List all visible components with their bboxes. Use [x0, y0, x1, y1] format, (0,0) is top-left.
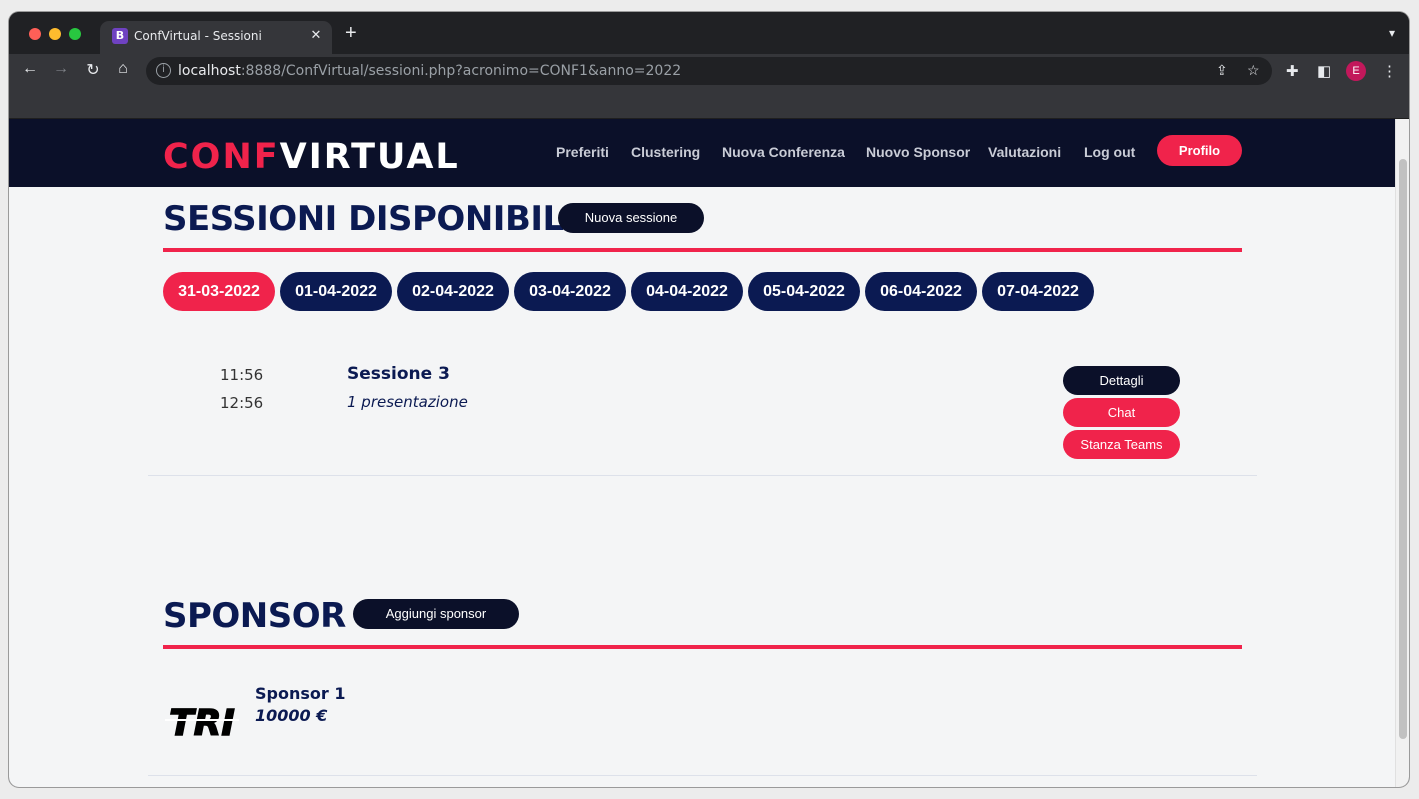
forward-icon[interactable]: →: [51, 60, 71, 78]
session-title: Sessione 3: [347, 364, 450, 384]
new-tab-icon[interactable]: +: [345, 22, 357, 45]
sponsor-divider: [163, 645, 1242, 649]
nav-link-nuova-conferenza[interactable]: Nuova Conferenza: [722, 144, 845, 160]
side-panel-icon[interactable]: ◧: [1317, 62, 1331, 80]
maximize-window-button[interactable]: [69, 28, 81, 40]
favicon-icon: B: [112, 28, 128, 44]
share-icon[interactable]: ⇪: [1216, 62, 1228, 79]
sponsor-logo: TRI: [165, 702, 239, 743]
sponsor-title: SPONSOR: [163, 596, 346, 636]
close-tab-icon[interactable]: ✕: [308, 27, 324, 43]
browser-window: B ConfVirtual - Sessioni ✕ + ▾ ← → ↻ ⌂ i…: [9, 12, 1409, 787]
page-scrollbar[interactable]: [1395, 119, 1409, 787]
svg-text:TRI: TRI: [169, 703, 235, 743]
add-sponsor-button[interactable]: Aggiungi sponsor: [353, 599, 519, 629]
close-window-button[interactable]: [29, 28, 41, 40]
tab-title: ConfVirtual - Sessioni: [134, 29, 262, 43]
profile-avatar[interactable]: E: [1346, 61, 1366, 81]
sessions-title: SESSIONI DISPONIBILI: [163, 199, 576, 239]
minimize-window-button[interactable]: [49, 28, 61, 40]
session-subtitle: 1 presentazione: [347, 393, 468, 411]
browser-toolbar: ← → ↻ ⌂ i localhost:8888/ConfVirtual/ses…: [9, 54, 1409, 88]
date-tab-8[interactable]: 07-04-2022: [982, 272, 1094, 311]
sponsor-name: Sponsor 1: [255, 684, 346, 703]
extensions-puzzle-icon[interactable]: ✚: [1286, 62, 1299, 80]
new-session-button[interactable]: Nuova sessione: [558, 203, 704, 233]
date-tab-2[interactable]: 01-04-2022: [280, 272, 392, 311]
nav-link-preferiti[interactable]: Preferiti: [556, 144, 609, 160]
nav-link-clustering[interactable]: Clustering: [631, 144, 700, 160]
home-icon[interactable]: ⌂: [113, 60, 133, 78]
site-info-icon[interactable]: i: [156, 63, 171, 78]
web-page: CONFVIRTUAL Preferiti Clustering Nuova C…: [9, 119, 1395, 787]
date-tab-6[interactable]: 05-04-2022: [748, 272, 860, 311]
date-tab-3[interactable]: 02-04-2022: [397, 272, 509, 311]
session-end-time: 12:56: [220, 394, 264, 412]
teams-room-button[interactable]: Stanza Teams: [1063, 430, 1180, 459]
back-icon[interactable]: ←: [20, 60, 40, 78]
bookmark-star-icon[interactable]: ☆: [1247, 62, 1260, 79]
scrollbar-thumb[interactable]: [1399, 159, 1407, 739]
sponsor-amount: 10000 €: [255, 706, 328, 725]
nav-link-logout[interactable]: Log out: [1084, 144, 1135, 160]
date-tab-4[interactable]: 03-04-2022: [514, 272, 626, 311]
browser-menu-icon[interactable]: ⋮: [1382, 62, 1397, 80]
site-logo[interactable]: CONFVIRTUAL: [163, 137, 460, 177]
sessions-divider: [163, 248, 1242, 252]
tab-strip: B ConfVirtual - Sessioni ✕ + ▾: [9, 12, 1409, 54]
chat-button[interactable]: Chat: [1063, 398, 1180, 427]
site-navbar: CONFVIRTUAL Preferiti Clustering Nuova C…: [9, 119, 1395, 187]
address-bar[interactable]: i localhost:8888/ConfVirtual/sessioni.ph…: [146, 57, 1272, 85]
url-text[interactable]: localhost:8888/ConfVirtual/sessioni.php?…: [178, 63, 681, 79]
date-tab-7[interactable]: 06-04-2022: [865, 272, 977, 311]
session-start-time: 11:56: [220, 366, 264, 384]
nav-link-nuovo-sponsor[interactable]: Nuovo Sponsor: [866, 144, 970, 160]
nav-link-valutazioni[interactable]: Valutazioni: [988, 144, 1061, 160]
session-separator: [148, 475, 1257, 476]
bookmark-bar: [9, 88, 1409, 119]
sponsor-separator: [148, 775, 1257, 776]
profile-button[interactable]: Profilo: [1157, 135, 1242, 166]
details-button[interactable]: Dettagli: [1063, 366, 1180, 395]
tab-search-chevron-icon[interactable]: ▾: [1389, 26, 1395, 40]
browser-tab[interactable]: B ConfVirtual - Sessioni ✕: [100, 21, 332, 54]
date-tab-1[interactable]: 31-03-2022: [163, 272, 275, 311]
reload-icon[interactable]: ↻: [83, 60, 103, 80]
date-tab-5[interactable]: 04-04-2022: [631, 272, 743, 311]
